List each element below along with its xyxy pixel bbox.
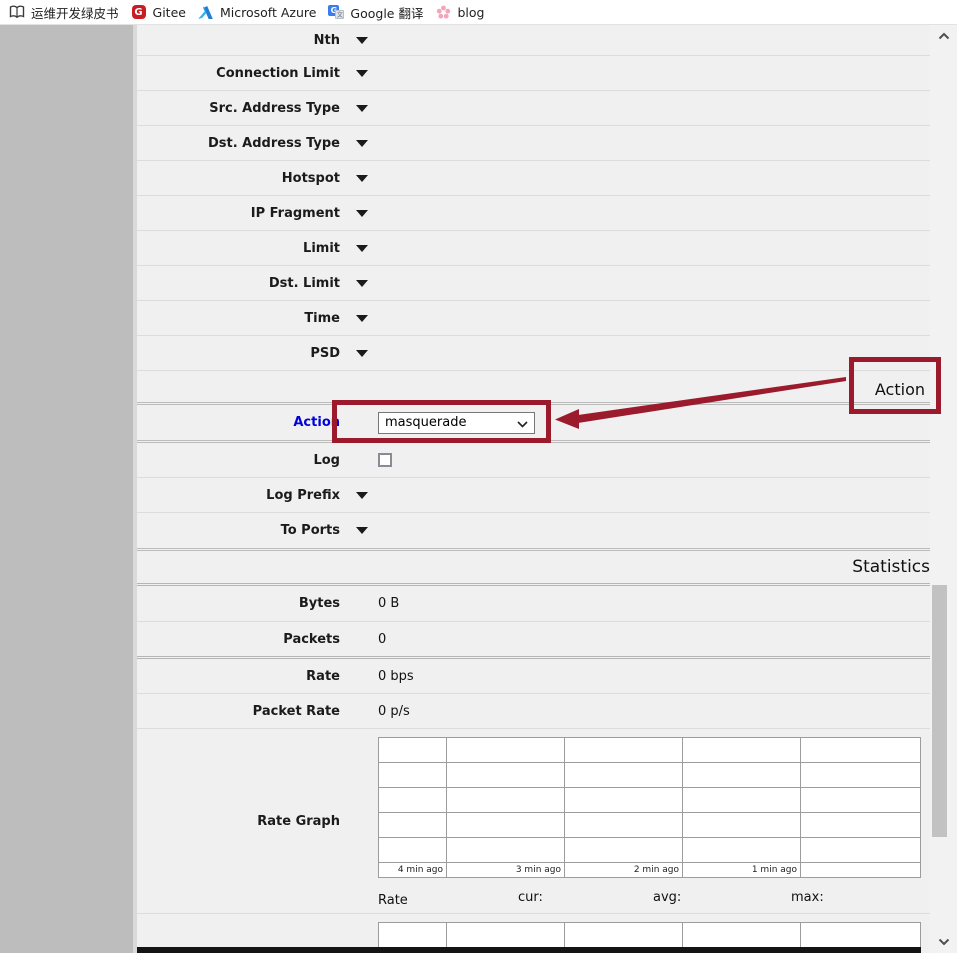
field-label: Nth: [137, 33, 340, 48]
expand-triangle-icon[interactable]: [356, 37, 368, 44]
chevron-down-icon: [517, 421, 528, 428]
expand-triangle-icon[interactable]: [356, 175, 368, 182]
row-action: Action masquerade: [137, 402, 930, 443]
bookmark-blog[interactable]: blog: [433, 0, 494, 25]
packet-rate-graph-table: [378, 922, 921, 947]
field-label: Src. Address Type: [137, 101, 340, 116]
flower-icon: [435, 4, 451, 20]
row-log-prefix: Log Prefix: [137, 478, 930, 513]
expand-triangle-icon[interactable]: [356, 527, 368, 534]
row-dst-address-type: Dst. Address Type: [137, 126, 930, 161]
bookmark-gitee[interactable]: G Gitee: [129, 0, 196, 25]
field-label: Limit: [137, 241, 340, 256]
row-psd: PSD: [137, 336, 930, 371]
bookmark-azure[interactable]: Microsoft Azure: [196, 0, 326, 25]
row-packet-rate: Packet Rate 0 p/s: [137, 694, 930, 729]
row-rate: Rate 0 bps: [137, 659, 930, 694]
row-ip-fragment: IP Fragment: [137, 196, 930, 231]
scrollbar[interactable]: [930, 25, 957, 953]
bytes-value: 0 B: [378, 596, 399, 611]
bookmark-label: 运维开发绿皮书: [31, 3, 119, 22]
log-label: Log: [137, 453, 340, 468]
action-select[interactable]: masquerade: [378, 412, 535, 434]
field-label: Dst. Limit: [137, 276, 340, 291]
bookmark-label: Google 翻译: [350, 3, 423, 22]
expand-triangle-icon[interactable]: [356, 315, 368, 322]
packets-value: 0: [378, 632, 386, 647]
time-label: 2 min ago: [565, 863, 683, 878]
legend-avg-label: avg:: [653, 890, 681, 905]
rate-value: 0 bps: [378, 669, 414, 684]
row-dst-limit: Dst. Limit: [137, 266, 930, 301]
expand-triangle-icon[interactable]: [356, 245, 368, 252]
rate-graph-table: 4 min ago 3 min ago 2 min ago 1 min ago: [378, 737, 921, 878]
field-label: Dst. Address Type: [137, 136, 340, 151]
log-checkbox[interactable]: [378, 453, 392, 467]
bytes-label: Bytes: [137, 596, 340, 611]
gitee-icon: G: [131, 4, 147, 20]
scroll-down-icon[interactable]: [936, 935, 952, 949]
row-packet-rate-graph-clipped: [137, 914, 930, 947]
row-hotspot: Hotspot: [137, 161, 930, 196]
row-rate-graph: Rate Graph 4 min ago 3 min ago 2 min ago…: [137, 729, 930, 914]
bookmark-label: Gitee: [153, 5, 186, 20]
blank-gap: [137, 371, 930, 402]
time-label: 3 min ago: [447, 863, 565, 878]
field-label: IP Fragment: [137, 206, 340, 221]
rate-graph-legend: Rate cur: avg: max:: [378, 886, 930, 908]
scroll-up-icon[interactable]: [936, 29, 952, 43]
scrollbar-thumb[interactable]: [932, 585, 947, 837]
row-log: Log: [137, 443, 930, 478]
row-nth: Nth: [137, 25, 930, 56]
field-label: Hotspot: [137, 171, 340, 186]
bookmark-label: Microsoft Azure: [220, 5, 316, 20]
rate-graph-label: Rate Graph: [137, 729, 340, 913]
sidebar: [0, 25, 133, 953]
bookmark-google-translate[interactable]: G文 Google 翻译: [326, 0, 433, 25]
azure-icon: [198, 4, 214, 20]
statistics-heading: Statistics: [852, 557, 930, 577]
expand-triangle-icon[interactable]: [356, 140, 368, 147]
packet-rate-label: Packet Rate: [137, 704, 340, 719]
log-prefix-label: Log Prefix: [137, 488, 340, 503]
time-label: 1 min ago: [683, 863, 801, 878]
expand-triangle-icon[interactable]: [356, 70, 368, 77]
row-time: Time: [137, 301, 930, 336]
rate-label: Rate: [137, 669, 340, 684]
book-icon: [9, 4, 25, 20]
row-packets: Packets 0: [137, 622, 930, 659]
expand-triangle-icon[interactable]: [356, 210, 368, 217]
to-ports-label: To Ports: [137, 523, 340, 538]
action-label: Action: [137, 415, 340, 430]
legend-series-label: Rate: [378, 893, 408, 908]
row-to-ports: To Ports: [137, 513, 930, 551]
time-label: 4 min ago: [379, 863, 447, 878]
expand-triangle-icon[interactable]: [356, 105, 368, 112]
row-src-address-type: Src. Address Type: [137, 91, 930, 126]
action-select-value: masquerade: [385, 415, 466, 430]
field-label: Time: [137, 311, 340, 326]
expand-triangle-icon[interactable]: [356, 280, 368, 287]
row-connection-limit: Connection Limit: [137, 56, 930, 91]
statistics-section-header: Statistics: [137, 551, 930, 586]
field-label: Connection Limit: [137, 66, 340, 81]
expand-triangle-icon[interactable]: [356, 350, 368, 357]
row-limit: Limit: [137, 231, 930, 266]
page: 运维开发绿皮书 G Gitee Microsoft Azure G文 Googl…: [0, 0, 957, 953]
bookmarks-bar: 运维开发绿皮书 G Gitee Microsoft Azure G文 Googl…: [0, 0, 957, 25]
field-label: PSD: [137, 346, 340, 361]
bookmark-green-book[interactable]: 运维开发绿皮书: [7, 0, 129, 25]
expand-triangle-icon[interactable]: [356, 492, 368, 499]
form-panel: Nth Connection Limit Src. Address Type D…: [137, 25, 930, 953]
legend-cur-label: cur:: [518, 890, 543, 905]
row-bytes: Bytes 0 B: [137, 586, 930, 622]
bookmark-label: blog: [457, 5, 484, 20]
packet-rate-value: 0 p/s: [378, 704, 410, 719]
packets-label: Packets: [137, 632, 340, 647]
google-translate-icon: G文: [328, 4, 344, 20]
bottom-edge-bar: [137, 947, 921, 953]
legend-max-label: max:: [791, 890, 824, 905]
